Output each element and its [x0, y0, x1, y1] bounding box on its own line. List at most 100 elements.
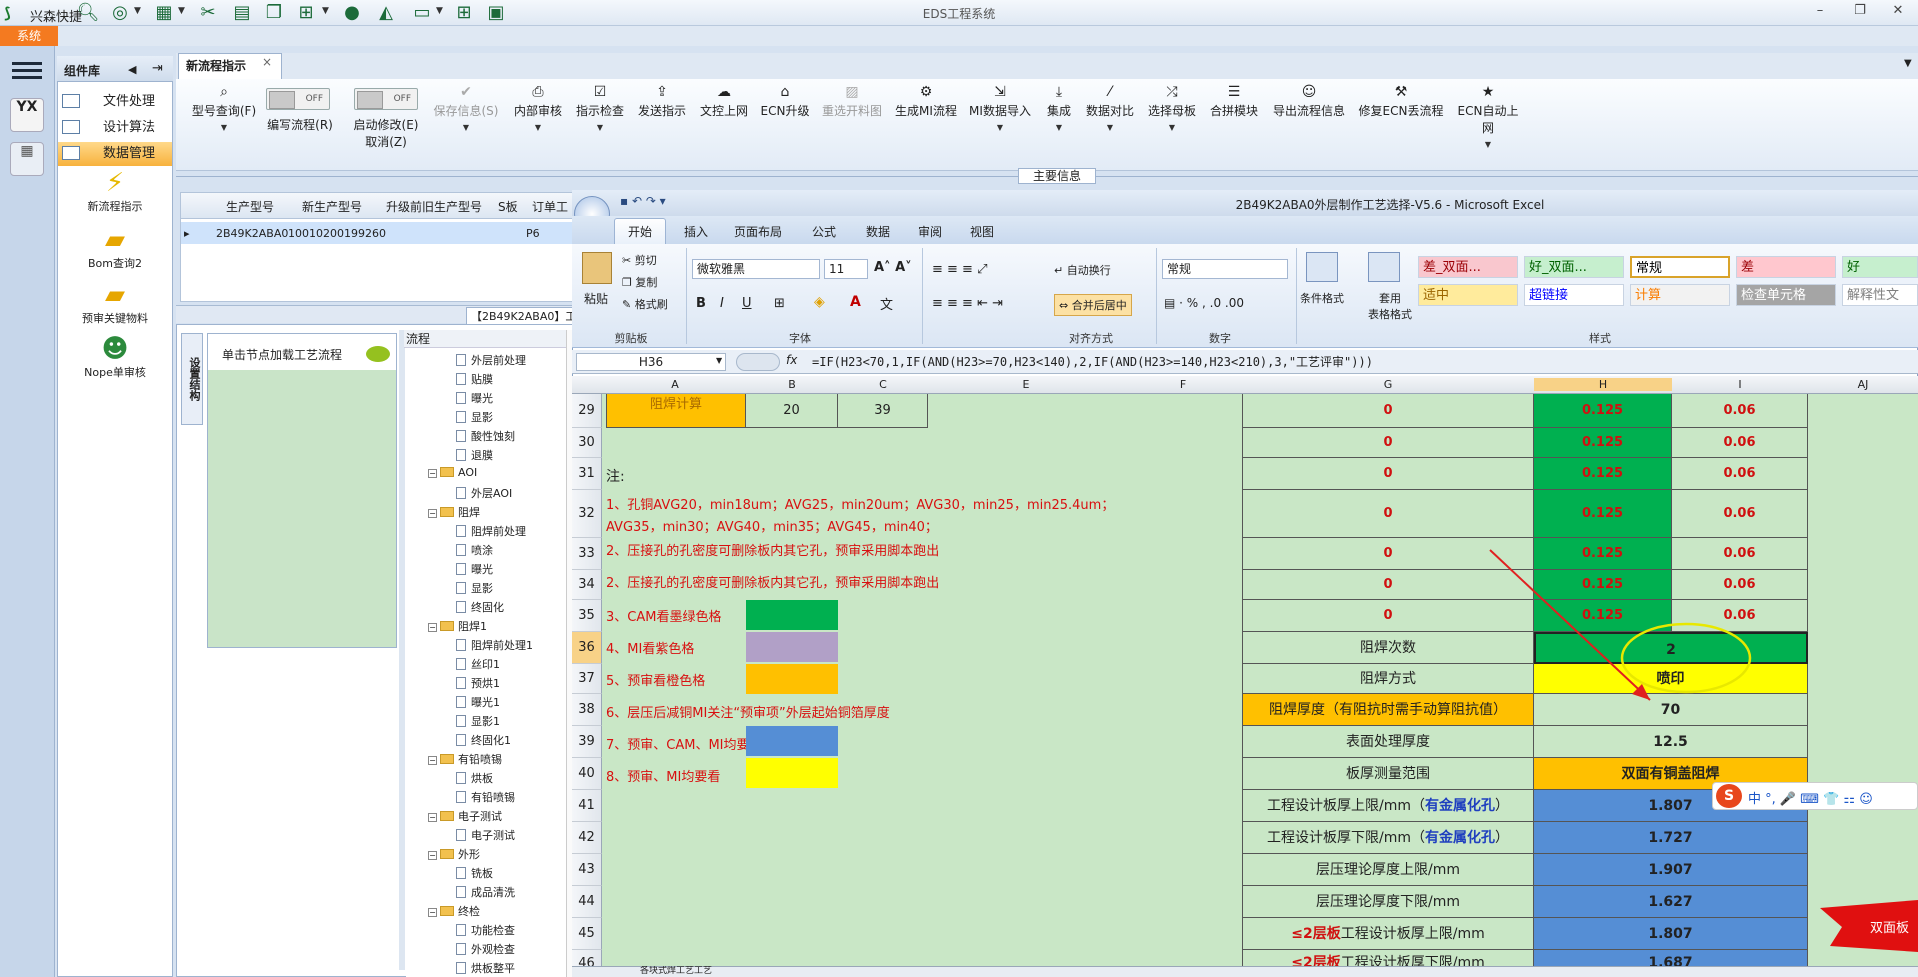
btn-cancel-edit[interactable]: 取消(Z) [346, 133, 426, 150]
note-text[interactable]: AVG35，min30；AVG40，min35；AVG45，min40； [606, 516, 938, 535]
tab-data[interactable]: 数据 [866, 223, 890, 240]
cell-a29[interactable]: 阻焊计算 [606, 394, 746, 428]
calculator-icon[interactable]: ▦ [10, 142, 44, 176]
factory-icon[interactable]: YX [10, 98, 44, 132]
comp-item-file[interactable]: 文件处理 [58, 90, 172, 114]
cell-label[interactable]: 工程设计板厚下限/mm（有金属化孔） [1242, 822, 1534, 854]
tree-node[interactable]: 烘板 [456, 770, 493, 786]
col-header[interactable]: C [838, 378, 928, 391]
color-swatch[interactable] [746, 600, 838, 630]
tree-node[interactable]: 曝光 [456, 390, 493, 406]
cell-label[interactable]: 工程设计板厚上限/mm（有金属化孔） [1242, 790, 1534, 822]
tab-home[interactable]: 开始 [628, 223, 652, 240]
col-header[interactable]: B [746, 378, 838, 391]
row-header[interactable]: 35 [572, 600, 602, 632]
font-name-select[interactable]: 微软雅黑 [692, 259, 820, 279]
number-format-icons[interactable]: ▤ · % , .0 .00 [1164, 296, 1244, 310]
collapse-icon[interactable]: − [428, 813, 437, 822]
tree-node[interactable]: 烘板整平 [456, 960, 515, 976]
restore-icon[interactable]: ❐ [1848, 3, 1872, 21]
tree-folder[interactable]: − 外形 [428, 846, 480, 862]
tree-folder[interactable]: − AOI [428, 466, 477, 479]
color-swatch[interactable] [746, 726, 838, 756]
btn-ecn-upgrade[interactable]: ⌂ ECN升级 [758, 84, 812, 119]
cell-i[interactable]: 0.06 [1672, 490, 1808, 538]
cell-g[interactable]: 0 [1242, 490, 1534, 538]
color-swatch[interactable] [746, 758, 838, 788]
grid-col-header[interactable]: 订单工 [532, 198, 568, 215]
collapse-icon[interactable]: − [428, 509, 437, 518]
row-header[interactable]: 39 [572, 726, 602, 758]
btn-reselect-cutting[interactable]: ▨ 重选开料图 [818, 84, 886, 119]
row-header[interactable]: 36 [572, 632, 602, 664]
col-header[interactable]: G [1242, 378, 1534, 391]
format-painter-button[interactable]: ✎ 格式刷 [622, 296, 668, 312]
tree-folder[interactable]: − 电子测试 [428, 808, 502, 824]
cell-h[interactable]: 0.125 [1534, 394, 1672, 428]
tree-node[interactable]: 显影 [456, 580, 493, 596]
cell-h[interactable]: 0.125 [1534, 428, 1672, 458]
note-text[interactable]: 2、压接孔的孔密度可删除板内其它孔，预审采用脚本跑出 [606, 540, 939, 559]
tree-node[interactable]: 有铅喷锡 [456, 789, 515, 805]
note-text[interactable]: 4、MI看紫色格 [606, 638, 694, 657]
cmd-nope-review[interactable]: ☻ Nope单审核 [58, 334, 172, 380]
tab-review[interactable]: 审阅 [918, 223, 942, 240]
quick-access-save-icon[interactable]: ▪ ↶ ↷ ▾ [620, 194, 666, 208]
fill-color-icon[interactable]: ◈ [814, 294, 825, 310]
comp-item-data[interactable]: 数据管理 [58, 142, 172, 166]
table-cell[interactable]: P6 [526, 227, 540, 240]
grid-col-header[interactable]: 升级前旧生产型号 [386, 198, 482, 215]
cell-value[interactable]: 1.807 [1534, 918, 1808, 950]
cell-label[interactable]: 板厚测量范围 [1242, 758, 1534, 790]
cell-h[interactable]: 0.125 [1534, 490, 1672, 538]
cell-style[interactable]: 好 [1842, 256, 1918, 278]
tree-node[interactable]: 铣板 [456, 865, 493, 881]
row-header[interactable]: 42 [572, 822, 602, 854]
row-header[interactable]: 45 [572, 918, 602, 950]
btn-gen-mi-flow[interactable]: ⚙ 生成MI流程 [892, 84, 960, 119]
collapse-icon[interactable]: − [428, 469, 437, 478]
cmd-key-material[interactable]: ▰ 预审关键物料 [58, 280, 172, 326]
paste-button[interactable]: 粘贴 [584, 290, 608, 307]
table-cell[interactable]: 10010200199260 [288, 227, 386, 240]
note-text[interactable]: 6、层压后减铜MI关注“预审项”外层起始铜箔厚度 [606, 702, 890, 721]
toggle-start-edit[interactable]: OFF [354, 88, 418, 110]
table-format-icon[interactable] [1368, 252, 1400, 282]
cell-h[interactable]: 0.125 [1534, 458, 1672, 490]
cmd-new-flow[interactable]: ⚡ 新流程指示 [58, 168, 172, 214]
tree-folder[interactable]: − 阻焊1 [428, 618, 487, 634]
tree-node[interactable]: 外层前处理 [456, 352, 526, 368]
col-header[interactable]: AJ [1808, 378, 1918, 391]
cell-g[interactable]: 0 [1242, 458, 1534, 490]
tree-node[interactable]: 外层AOI [456, 485, 512, 501]
row-header[interactable]: 40 [572, 758, 602, 790]
cell-g[interactable]: 0 [1242, 394, 1534, 428]
btn-merge-module[interactable]: ☰ 合拼模块 [1206, 84, 1262, 119]
cell-i[interactable]: 0.06 [1672, 394, 1808, 428]
cut-button[interactable]: ✂ 剪切 [622, 252, 657, 268]
grid-col-header[interactable]: 新生产型号 [302, 198, 362, 215]
cell-style[interactable]: 解释性文 [1842, 284, 1918, 306]
collapse-icon[interactable]: − [428, 756, 437, 765]
chevron-down-icon[interactable]: ▼ [1904, 58, 1912, 69]
tree-node[interactable]: 功能检查 [456, 922, 515, 938]
ime-status[interactable]: 中 °, 🎤 ⌨ 👕 ⚏ ☺ [1748, 788, 1873, 807]
row-header[interactable]: 32 [572, 490, 602, 538]
note-text[interactable]: 8、预审、MI均要看 [606, 766, 720, 785]
chevron-down-icon[interactable]: ▼ [716, 356, 722, 365]
cell-label[interactable]: 表面处理厚度 [1242, 726, 1534, 758]
sheet-tab[interactable]: 各块式焊工艺工艺 [640, 966, 712, 977]
btn-integrate[interactable]: ⤓ 集成 ▼ [1040, 84, 1078, 132]
cell-style[interactable]: 常规 [1630, 256, 1730, 278]
row-header[interactable]: 41 [572, 790, 602, 822]
conditional-format-icon[interactable] [1306, 252, 1338, 282]
note-text[interactable]: 3、CAM看墨绿色格 [606, 606, 721, 625]
phonetic-icon[interactable]: 文 [880, 294, 893, 313]
pin-icon[interactable]: ⇥ [152, 61, 163, 76]
fx-icon[interactable]: fx [786, 353, 797, 367]
grow-font-icon[interactable]: A˄ A˅ [874, 260, 912, 275]
toggle-write-flow[interactable]: OFF [266, 88, 330, 110]
tree-node[interactable]: 外观检查 [456, 941, 515, 957]
collapse-icon[interactable]: − [428, 908, 437, 917]
color-swatch[interactable] [746, 632, 838, 662]
